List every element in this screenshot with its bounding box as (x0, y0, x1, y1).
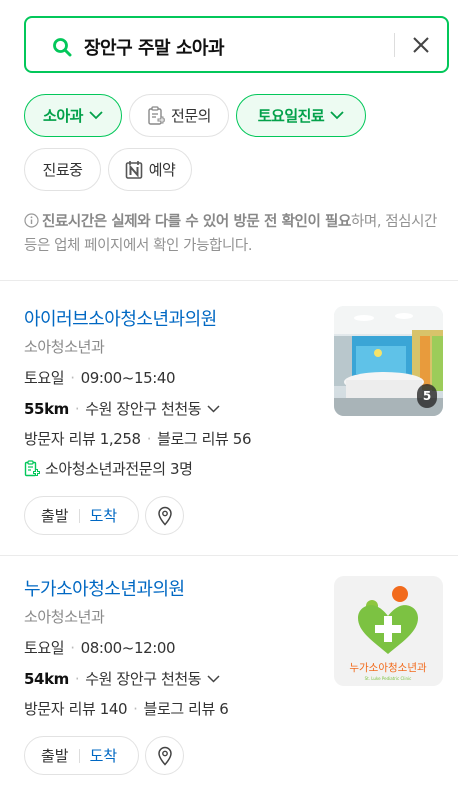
hours-range: 09:00~15:40 (80, 368, 176, 387)
filter-chip-specialist[interactable]: 전문의 (129, 94, 229, 137)
opening-hours: 토요일 · 08:00~12:00 (24, 638, 176, 658)
map-pin-icon (157, 506, 172, 526)
search-icon (53, 38, 72, 57)
place-name-link[interactable]: 누가소아청소년과의원 (24, 575, 185, 601)
filter-chip-label: 전문의 (171, 107, 211, 125)
search-input[interactable]: 장안구 주말 소아과 (84, 34, 225, 60)
search-box[interactable]: 장안구 주말 소아과 (24, 16, 449, 73)
clinic-logo-image: 누가소아청소년과 St. Luke Pediatric Clinic (349, 586, 427, 681)
logo-subtext: St. Luke Pediatric Clinic (365, 676, 412, 681)
logo-text: 누가소아청소년과 (349, 662, 427, 674)
hours-range: 08:00~12:00 (80, 638, 176, 657)
place-category: 소아청소년과 (24, 338, 105, 356)
map-button[interactable] (145, 736, 184, 775)
arrive-button[interactable]: 도착 (90, 505, 118, 526)
address: 수원 장안구 천천동 (85, 400, 202, 418)
section-divider (0, 555, 458, 556)
place-photo[interactable]: 5 (334, 306, 443, 416)
chevron-down-icon (89, 111, 103, 120)
info-icon (24, 213, 39, 228)
filter-chip-open-now[interactable]: 진료중 (24, 148, 101, 191)
chevron-down-icon (207, 404, 220, 413)
map-pin-icon (157, 746, 172, 766)
place-category: 소아청소년과 (24, 608, 105, 626)
specialist-doc-icon (24, 460, 40, 477)
visitor-reviews: 방문자 리뷰 1,258 (24, 430, 141, 448)
route-buttons: 출발 도착 (24, 736, 139, 775)
distance: 55km (24, 399, 69, 418)
place-photo[interactable]: 누가소아청소년과 St. Luke Pediatric Clinic (334, 576, 443, 686)
start-button[interactable]: 출발 (41, 505, 69, 526)
section-divider (0, 280, 458, 281)
opening-hours: 토요일 · 09:00~15:40 (24, 368, 176, 388)
filter-chip-label: 진료중 (42, 161, 83, 179)
filter-chip-reservation[interactable]: 예약 (108, 148, 192, 191)
distance: 54km (24, 669, 69, 688)
place-name-link[interactable]: 아이러브소아청소년과의원 (24, 305, 217, 331)
hours-day: 토요일 (24, 639, 65, 657)
route-buttons: 출발 도착 (24, 496, 139, 535)
naver-n-icon (125, 160, 142, 179)
place-location[interactable]: 54km · 수원 장안구 천천동 (24, 668, 220, 689)
filter-chip-saturday[interactable]: 토요일진료 (236, 94, 366, 137)
specialist-info: 소아청소년과전문의 3명 (24, 458, 193, 479)
filter-chip-label: 소아과 (43, 107, 83, 125)
address: 수원 장안구 천천동 (85, 670, 202, 688)
filter-chip-label: 토요일진료 (257, 107, 325, 125)
search-divider (394, 33, 395, 57)
filter-chip-label: 예약 (148, 161, 176, 179)
chevron-down-icon (207, 674, 220, 683)
specialist-count: 소아청소년과전문의 3명 (45, 460, 193, 478)
arrive-button[interactable]: 도착 (90, 745, 118, 766)
filter-chip-pediatrics[interactable]: 소아과 (24, 94, 122, 137)
visitor-reviews: 방문자 리뷰 140 (24, 700, 128, 718)
blog-reviews: 블로그 리뷰 6 (143, 700, 229, 718)
notice-bold-text: 진료시간은 실제와 다를 수 있어 방문 전 확인이 필요 (42, 214, 351, 230)
place-location[interactable]: 55km · 수원 장안구 천천동 (24, 398, 220, 419)
doctor-doc-icon (148, 105, 166, 125)
chevron-down-icon (330, 111, 344, 120)
map-button[interactable] (145, 496, 184, 535)
review-stats: 방문자 리뷰 1,258 · 블로그 리뷰 56 (24, 429, 252, 449)
start-button[interactable]: 출발 (41, 745, 69, 766)
hours-day: 토요일 (24, 369, 65, 387)
close-icon[interactable] (411, 35, 431, 55)
photo-count-badge: 5 (417, 384, 437, 408)
hours-notice: 진료시간은 실제와 다를 수 있어 방문 전 확인이 필요하며, 점심시간 등은… (24, 210, 444, 258)
blog-reviews: 블로그 리뷰 56 (157, 430, 252, 448)
review-stats: 방문자 리뷰 140 · 블로그 리뷰 6 (24, 699, 229, 719)
